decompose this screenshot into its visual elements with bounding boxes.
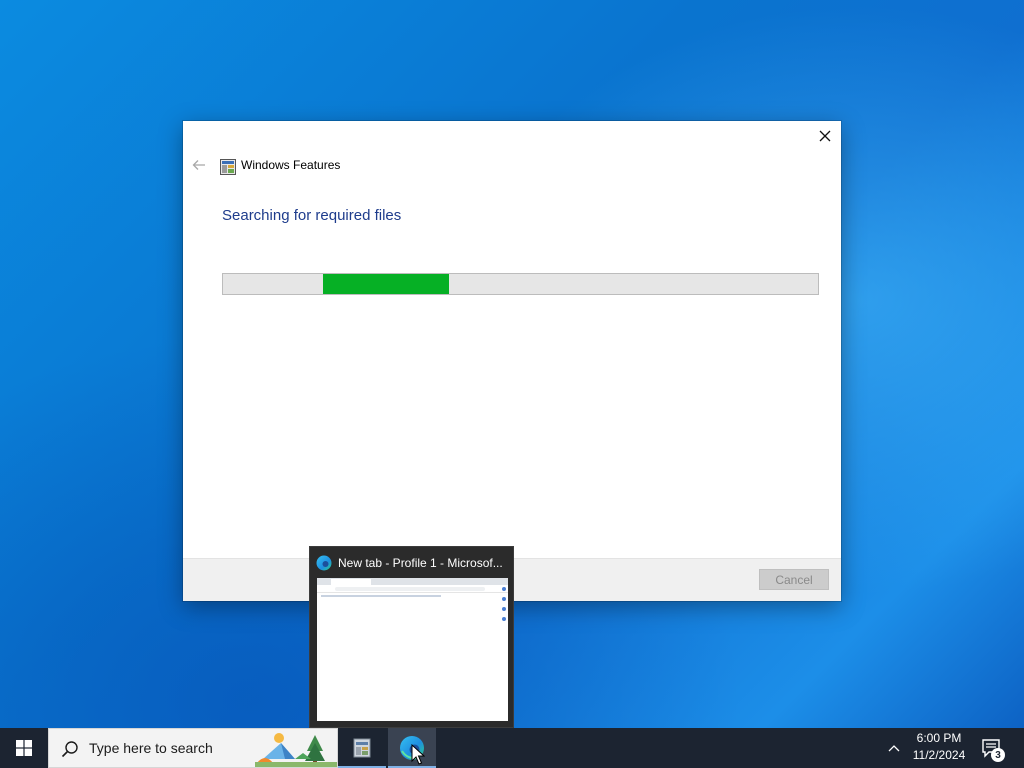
clock-date: 11/2/2024: [912, 748, 966, 762]
cancel-button[interactable]: Cancel: [759, 569, 829, 590]
windows-logo-icon: [16, 740, 32, 756]
notification-count-badge: 3: [991, 748, 1005, 762]
thumbnail-title: New tab - Profile 1 - Microsof...: [338, 556, 503, 570]
edge-icon: [316, 555, 332, 571]
browser-window-preview: [317, 578, 508, 721]
taskbar-app-windows-features[interactable]: [338, 728, 386, 768]
back-arrow-icon: [192, 160, 205, 170]
system-clock[interactable]: 6:00 PM 11/2/2024: [906, 730, 972, 766]
search-highlight-illustration: [255, 729, 337, 767]
windows-features-icon: [353, 738, 371, 758]
windows-features-icon: [220, 159, 236, 175]
taskbar: Type here to search 6:00 PM 11/2/2024 3: [0, 728, 1024, 768]
windows-features-dialog: Windows Features Searching for required …: [183, 121, 841, 601]
close-icon: [819, 130, 831, 142]
action-center-button[interactable]: 3: [978, 734, 1008, 764]
thumbnail-header: New tab - Profile 1 - Microsof...: [316, 555, 507, 571]
clock-time: 6:00 PM: [916, 731, 962, 745]
status-heading: Searching for required files: [222, 207, 402, 224]
dialog-title: Windows Features: [241, 158, 341, 172]
show-hidden-icons-button[interactable]: [882, 738, 906, 758]
back-button[interactable]: [191, 157, 207, 173]
progress-bar-fill: [322, 274, 450, 294]
search-box[interactable]: Type here to search: [48, 728, 338, 768]
search-placeholder: Type here to search: [89, 740, 213, 756]
start-button[interactable]: [0, 728, 48, 768]
close-button[interactable]: [809, 121, 841, 151]
search-icon: [61, 741, 78, 758]
chevron-up-icon: [888, 745, 900, 752]
taskbar-thumbnail-preview[interactable]: New tab - Profile 1 - Microsof...: [309, 546, 514, 728]
progress-bar: [222, 273, 819, 295]
mouse-cursor-icon: [411, 744, 425, 765]
